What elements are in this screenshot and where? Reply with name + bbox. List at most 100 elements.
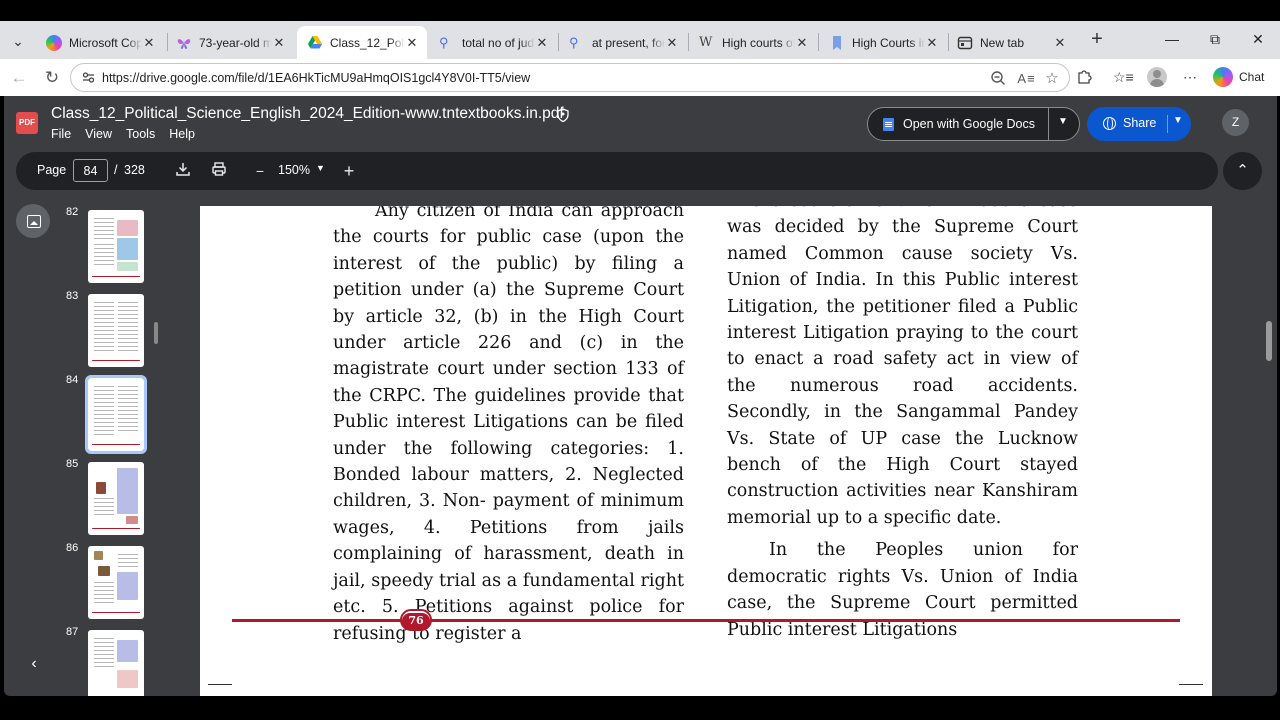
menu-view[interactable]: View bbox=[85, 127, 112, 141]
extensions-puzzle-icon[interactable] bbox=[1075, 67, 1095, 87]
favorite-star-icon[interactable]: ☆ bbox=[1043, 70, 1061, 88]
page-thumbnail[interactable] bbox=[88, 462, 144, 535]
open-with-google-docs-button[interactable]: Open with Google Docs ▼ bbox=[867, 107, 1080, 141]
tab-73-year-old-man[interactable]: 73-year-old man ✕ bbox=[166, 26, 294, 59]
restore-window-icon[interactable]: ⧉ bbox=[1205, 29, 1225, 49]
screen: ⌄ Microsoft Copilot ✕ 73-year-old man ✕ … bbox=[0, 0, 1280, 720]
image-thumbnail-toggle-icon[interactable] bbox=[16, 204, 50, 238]
butterfly-icon bbox=[176, 35, 192, 51]
zoom-out-minus-icon[interactable]: − bbox=[250, 161, 270, 181]
tab-class-12-political[interactable]: Class_12_Political ✕ bbox=[297, 26, 427, 59]
thumbnail-page-number: 86 bbox=[66, 542, 79, 554]
tab-label: High Courts in India bbox=[852, 35, 925, 50]
button-divider bbox=[1167, 115, 1168, 133]
close-icon[interactable]: ✕ bbox=[272, 35, 286, 51]
tab-high-courts-of-india[interactable]: W High courts of India ✕ bbox=[689, 26, 817, 59]
thumbnail-page-number: 82 bbox=[66, 206, 79, 218]
tab-at-present-four[interactable]: ⚲ at present, four ✕ bbox=[559, 26, 687, 59]
menu-file[interactable]: File bbox=[51, 127, 71, 141]
zoom-in-plus-icon[interactable]: + bbox=[339, 161, 359, 181]
google-drive-icon bbox=[307, 35, 323, 51]
document-scrollbar[interactable] bbox=[1266, 321, 1272, 361]
browser-nav-bar: ← ↻ https://drive.google.com/file/d/1EA6… bbox=[0, 59, 1280, 96]
body-paragraph: in the court of law. As in 2003 a case w… bbox=[727, 206, 1078, 528]
close-icon[interactable]: ✕ bbox=[795, 35, 809, 51]
tab-high-courts-in-india[interactable]: High Courts in India ✕ bbox=[819, 26, 947, 59]
newtab-icon bbox=[957, 35, 973, 51]
account-avatar[interactable]: Z bbox=[1222, 109, 1249, 136]
close-icon[interactable]: ✕ bbox=[405, 35, 419, 51]
browser-tab-strip: ⌄ Microsoft Copilot ✕ 73-year-old man ✕ … bbox=[0, 21, 1280, 59]
thumbnail-page-number: 84 bbox=[66, 374, 79, 386]
collapse-header-chevron-up-icon[interactable]: ⌃ bbox=[1223, 152, 1262, 190]
thumbnail-page-number: 87 bbox=[66, 626, 79, 638]
left-column: Any citizen of India can approach the co… bbox=[333, 206, 684, 647]
viewer-menu-bar: File View Tools Help bbox=[51, 127, 195, 141]
thumbnail-page-number: 83 bbox=[66, 290, 79, 302]
share-label: Share bbox=[1123, 116, 1157, 130]
body-paragraph: In the Peoples union for democratic righ… bbox=[727, 540, 1078, 640]
read-aloud-icon[interactable]: A ≡ bbox=[1017, 70, 1035, 88]
menu-help[interactable]: Help bbox=[169, 127, 195, 141]
collapse-sidebar-chevron-left-icon[interactable]: ‹ bbox=[22, 652, 46, 676]
tab-total-no-of-judges[interactable]: ⚲ total no of judges ✕ bbox=[429, 26, 557, 59]
page-thumbnail[interactable] bbox=[88, 294, 144, 367]
favorites-icon[interactable]: ☆≡ bbox=[1113, 67, 1134, 87]
total-pages: 328 bbox=[124, 163, 145, 177]
download-icon[interactable] bbox=[173, 161, 193, 181]
page-separator: / bbox=[114, 163, 118, 177]
chevron-down-icon[interactable]: ▼ bbox=[1173, 115, 1183, 126]
zoom-level[interactable]: 150% bbox=[278, 163, 310, 177]
tab-label: Class_12_Political bbox=[330, 35, 405, 50]
tab-label: total no of judges bbox=[462, 35, 535, 50]
menu-tools[interactable]: Tools bbox=[126, 127, 155, 141]
search-icon: ⚲ bbox=[439, 34, 449, 50]
chevron-down-icon[interactable]: ▼ bbox=[1058, 116, 1068, 127]
close-icon[interactable]: ✕ bbox=[925, 35, 939, 51]
globe-icon bbox=[1103, 116, 1116, 130]
profile-avatar-icon[interactable] bbox=[1147, 67, 1167, 87]
copilot-icon bbox=[1213, 67, 1233, 87]
thumbnail-scrollbar[interactable] bbox=[154, 322, 158, 344]
print-icon[interactable] bbox=[209, 161, 229, 181]
pdf-toolbar: Page / 328 − 150% ▼ + bbox=[16, 152, 1218, 190]
tab-microsoft-copilot[interactable]: Microsoft Copilot ✕ bbox=[36, 26, 164, 59]
chevron-down-icon[interactable]: ▼ bbox=[316, 163, 325, 173]
body-paragraph: Any citizen of India can approach the co… bbox=[333, 206, 684, 644]
share-button[interactable]: Share ▼ bbox=[1087, 107, 1191, 141]
reload-icon[interactable]: ↻ bbox=[40, 66, 64, 90]
footer-rule bbox=[232, 619, 1180, 622]
address-bar[interactable]: https://drive.google.com/file/d/1EA6HkTi… bbox=[70, 63, 1070, 92]
minimize-icon[interactable]: — bbox=[1162, 29, 1182, 49]
copilot-chat-button[interactable]: Chat bbox=[1213, 66, 1264, 88]
page-number: 76 bbox=[402, 613, 430, 629]
page-number-input[interactable] bbox=[73, 159, 108, 182]
close-window-icon[interactable]: ✕ bbox=[1248, 29, 1268, 49]
site-info-icon[interactable] bbox=[81, 70, 96, 85]
tab-search-chevron-icon[interactable]: ⌄ bbox=[6, 29, 30, 53]
more-menu-icon[interactable]: ⋯ bbox=[1180, 67, 1200, 87]
close-icon[interactable]: ✕ bbox=[665, 35, 679, 51]
close-icon[interactable]: ✕ bbox=[142, 35, 156, 51]
zoom-out-icon[interactable] bbox=[989, 70, 1007, 88]
page-thumbnail-selected[interactable] bbox=[85, 375, 147, 454]
close-icon[interactable]: ✕ bbox=[535, 35, 549, 51]
page-thumbnail[interactable] bbox=[88, 546, 144, 619]
chat-label: Chat bbox=[1239, 70, 1265, 84]
close-icon[interactable]: ✕ bbox=[1053, 35, 1067, 51]
open-with-label: Open with Google Docs bbox=[903, 117, 1036, 131]
back-arrow-icon[interactable]: ← bbox=[7, 66, 31, 90]
tab-label: Microsoft Copilot bbox=[69, 35, 142, 50]
page-thumbnail[interactable] bbox=[88, 210, 144, 283]
button-divider bbox=[1048, 108, 1049, 140]
pdf-page: Any citizen of India can approach the co… bbox=[200, 206, 1212, 696]
google-docs-icon bbox=[883, 118, 894, 131]
url-text[interactable]: https://drive.google.com/file/d/1EA6HkTi… bbox=[102, 71, 530, 85]
crop-mark bbox=[1179, 684, 1203, 685]
search-icon: ⚲ bbox=[569, 34, 579, 50]
tab-new-tab[interactable]: New tab ✕ bbox=[947, 26, 1075, 59]
bookmark-icon bbox=[829, 35, 845, 51]
new-tab-plus-icon[interactable]: + bbox=[1087, 29, 1107, 50]
page-number-badge: 76 bbox=[400, 609, 432, 631]
page-thumbnail[interactable] bbox=[88, 630, 144, 696]
